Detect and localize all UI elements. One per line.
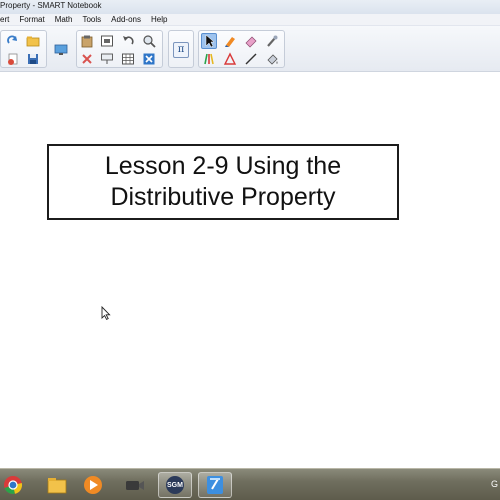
display-screen-button[interactable] [52, 41, 70, 59]
pen-icon [225, 37, 235, 47]
close-button[interactable] [141, 51, 157, 67]
open-folder-icon [26, 36, 40, 47]
taskbar-smart-notebook[interactable] [198, 472, 232, 498]
zoom-button[interactable] [141, 33, 157, 49]
taskbar-media-player[interactable] [76, 472, 110, 498]
delete-page-icon [8, 53, 18, 65]
menu-help[interactable]: Help [146, 14, 172, 26]
shapes-button[interactable] [222, 51, 238, 67]
math-equation-button[interactable]: π [173, 42, 189, 58]
shapes-icon [223, 52, 237, 65]
smart-notebook-icon [207, 476, 223, 494]
title-bar: Property - SMART Notebook [0, 0, 500, 14]
delete-button[interactable] [79, 51, 95, 67]
system-tray-text: G [490, 479, 498, 489]
taskbar-chrome[interactable] [0, 472, 30, 498]
video-camera-icon [126, 481, 144, 490]
save-button[interactable] [25, 51, 41, 67]
delete-page-button[interactable] [5, 51, 21, 67]
save-icon [28, 54, 38, 64]
zoom-icon [143, 35, 156, 48]
taskbar-file-explorer[interactable] [40, 472, 74, 498]
creative-pens-icon [204, 53, 214, 65]
toolbar-group-edit [76, 30, 163, 68]
fill-button[interactable] [264, 51, 280, 67]
mouse-pointer-icon [101, 306, 111, 320]
redo-icon [7, 35, 17, 44]
notebook-page[interactable]: Lesson 2-9 Using the Distributive Proper… [0, 73, 500, 468]
lesson-title-line-2: Distributive Property [110, 183, 336, 211]
toolbar-group-page [0, 30, 47, 68]
file-explorer-icon [47, 478, 67, 494]
paste-button[interactable] [79, 33, 95, 49]
redo-button[interactable] [5, 33, 21, 49]
toolbar-group-tools [198, 30, 285, 68]
line-icon [245, 53, 257, 65]
sgm-label: SGM [167, 481, 183, 489]
select-arrow-button[interactable] [201, 33, 217, 49]
line-button[interactable] [243, 51, 259, 67]
display-screen-icon [54, 44, 68, 55]
screen-capture-button[interactable] [99, 33, 115, 49]
chrome-icon [4, 476, 23, 495]
window-title: Property - SMART Notebook [0, 1, 102, 10]
screen-capture-icon [101, 35, 113, 47]
menu-format[interactable]: Format [14, 14, 49, 26]
toolbar: π [0, 26, 500, 72]
eraser-button[interactable] [243, 33, 259, 49]
undo-icon [123, 36, 134, 45]
table-button[interactable] [120, 51, 136, 67]
magic-pen-button[interactable] [264, 33, 280, 49]
taskbar: SGM G [0, 468, 500, 500]
taskbar-sgm[interactable]: SGM [158, 472, 192, 498]
table-icon [122, 53, 134, 65]
select-arrow-icon [205, 34, 215, 48]
math-equation-icon: π [177, 44, 185, 55]
magic-pen-icon [267, 35, 278, 47]
eraser-icon [245, 36, 257, 48]
screen-shade-icon [101, 53, 113, 64]
paste-icon [81, 35, 93, 48]
toolbar-group-math: π [168, 30, 194, 68]
screen-shade-button[interactable] [99, 51, 115, 67]
menu-insert[interactable]: ert [0, 14, 14, 26]
fill-icon [267, 54, 278, 65]
open-folder-button[interactable] [25, 33, 41, 49]
undo-button[interactable] [120, 33, 136, 49]
menu-add-ons[interactable]: Add-ons [106, 14, 146, 26]
close-icon [143, 53, 155, 65]
menu-bar: ert Format Math Tools Add-ons Help [0, 14, 500, 26]
lesson-title-box[interactable]: Lesson 2-9 Using the Distributive Proper… [47, 144, 399, 220]
pen-button[interactable] [222, 33, 238, 49]
lesson-title-line-1: Lesson 2-9 Using the [104, 152, 342, 180]
menu-tools[interactable]: Tools [77, 14, 106, 26]
creative-pens-button[interactable] [201, 51, 217, 67]
menu-math[interactable]: Math [50, 14, 78, 26]
media-player-icon [84, 476, 102, 494]
delete-icon [82, 54, 92, 64]
taskbar-video-camera[interactable] [118, 472, 152, 498]
